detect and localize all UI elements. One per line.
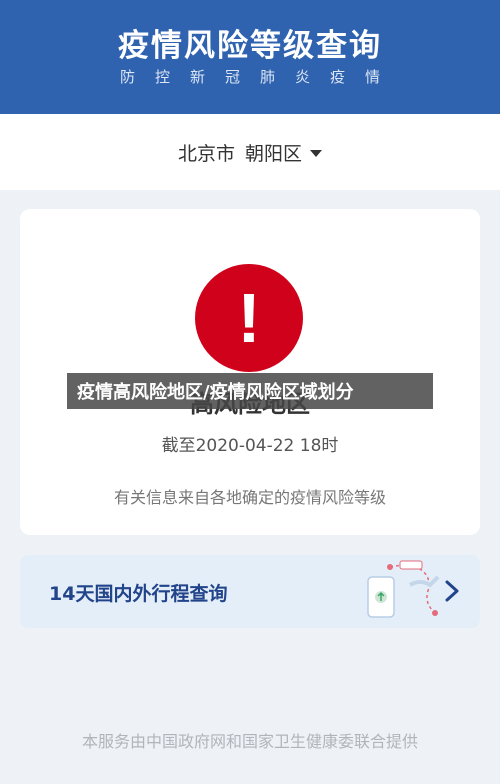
chevron-right-icon	[445, 580, 459, 602]
source-note: 有关信息来自各地确定的疫情风险等级	[113, 488, 386, 507]
alert-icon: !	[195, 264, 303, 372]
phone-map-illustration-icon	[367, 560, 440, 618]
app-header: 疫情风险等级查询 防控新冠肺炎疫情	[0, 0, 500, 114]
deadline-text: 截至2020-04-22 18时	[161, 436, 339, 456]
region-city: 北京市	[177, 142, 235, 165]
footer-text: 本服务由中国政府网和国家卫生健康委联合提供	[81, 732, 418, 751]
trip-query-label: 14天国内外行程查询	[49, 583, 228, 605]
page-title: 疫情风险等级查询	[118, 28, 382, 64]
caption-overlay: 疫情高风险地区/疫情风险区域划分	[67, 373, 433, 409]
page-subtitle: 防控新冠肺炎疫情	[119, 68, 400, 86]
region-selector[interactable]: 北京市 朝阳区	[0, 114, 500, 190]
caret-down-icon	[310, 149, 323, 157]
alert-symbol: !	[237, 279, 261, 357]
trip-query-button[interactable]: 14天国内外行程查询	[20, 555, 480, 628]
region-district: 朝阳区	[245, 142, 303, 165]
risk-level-card: ! 高风险地区 截至2020-04-22 18时 有关信息来自各地确定的疫情风险…	[20, 209, 480, 535]
